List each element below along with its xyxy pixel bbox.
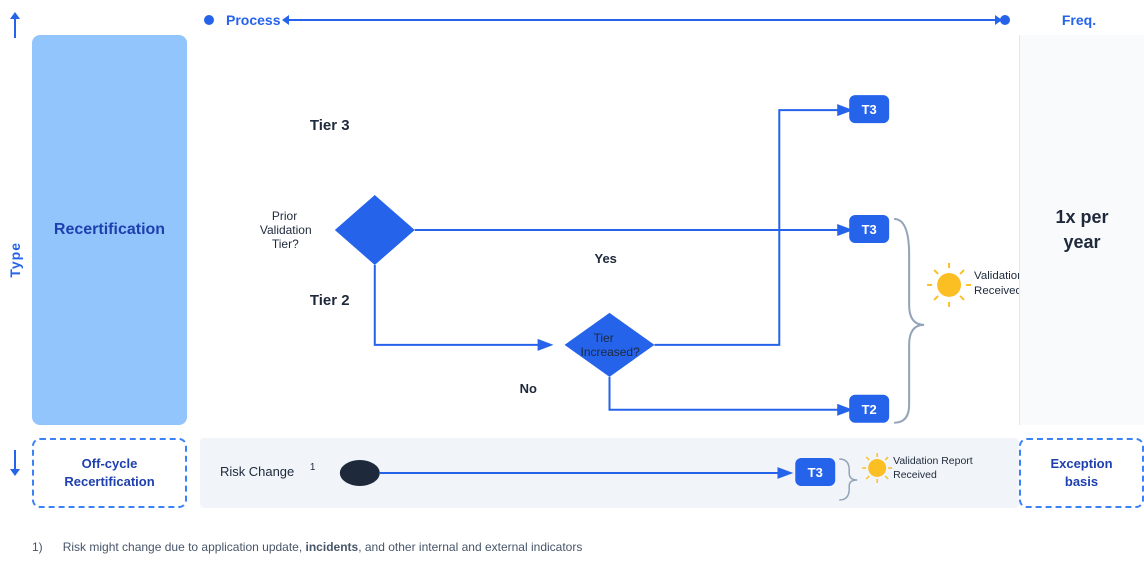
freq-label: Freq. bbox=[1062, 12, 1096, 28]
freq-value: 1x peryear bbox=[1055, 205, 1108, 255]
no-path bbox=[610, 377, 850, 410]
process-header: Process bbox=[200, 8, 1014, 32]
validation-report-icon bbox=[868, 459, 886, 477]
prior-validation-label2: Validation bbox=[260, 223, 312, 237]
freq-header: Freq. bbox=[1014, 8, 1144, 32]
footer-number: 1) bbox=[32, 540, 43, 554]
tier3-top-path bbox=[415, 110, 849, 230]
risk-change-superscript: 1 bbox=[310, 462, 316, 473]
brace-right bbox=[894, 219, 924, 423]
footer-text2: , and other internal and external indica… bbox=[358, 540, 582, 554]
tier2-bottom-path bbox=[375, 265, 550, 345]
validation-received-text2: Received bbox=[974, 285, 1019, 297]
t3-badge-top-text: T3 bbox=[862, 102, 877, 117]
footer-text: Risk might change due to application upd… bbox=[63, 540, 306, 554]
tier-increased-label2: Increased? bbox=[581, 345, 641, 359]
risk-change-label: Risk Change bbox=[220, 464, 294, 479]
main-container: Type Process Freq. Recertification 1x pe… bbox=[0, 0, 1144, 564]
freq-area: 1x peryear bbox=[1019, 35, 1144, 425]
risk-change-oval bbox=[340, 460, 380, 486]
recertification-box: Recertification bbox=[32, 35, 187, 425]
footer-note: 1) Risk might change due to application … bbox=[32, 540, 1124, 554]
process-dot-left bbox=[204, 15, 214, 25]
tier3-text: Tier 3 bbox=[310, 117, 350, 134]
no-label: No bbox=[520, 381, 537, 396]
prior-validation-diamond bbox=[335, 195, 415, 265]
t2-badge-text: T2 bbox=[862, 402, 877, 417]
process-diagram: Tier 3 Tier 2 Prior Validation Tier? T3 … bbox=[200, 35, 1019, 425]
type-arrow-bottom bbox=[14, 450, 16, 470]
validation-report-text2: Received bbox=[893, 470, 937, 481]
footer-bold: incidents bbox=[306, 540, 359, 554]
process-label: Process bbox=[218, 12, 288, 28]
tier-increased-label1: Tier bbox=[594, 331, 614, 345]
type-arrow-top bbox=[14, 18, 16, 38]
exception-label: Exceptionbasis bbox=[1050, 455, 1112, 491]
t3-badge-offcycle-text: T3 bbox=[808, 465, 823, 480]
validation-received-text1: Validation bbox=[974, 270, 1019, 282]
yes-label: Yes bbox=[595, 251, 617, 266]
prior-validation-label3: Tier? bbox=[272, 237, 299, 251]
exception-box: Exceptionbasis bbox=[1019, 438, 1144, 508]
t3-badge-mid-text: T3 bbox=[862, 222, 877, 237]
tier-increased-yes-path bbox=[654, 230, 849, 345]
type-label: Type bbox=[7, 242, 23, 278]
validation-report-text1: Validation Report bbox=[893, 456, 973, 467]
process-line bbox=[288, 19, 996, 21]
tier2-text: Tier 2 bbox=[310, 292, 350, 309]
offcycle-diagram: Risk Change 1 T3 Validation Report Recei… bbox=[200, 438, 1019, 508]
type-axis: Type bbox=[0, 0, 30, 520]
validation-received-icon bbox=[937, 273, 961, 297]
prior-validation-label1: Prior bbox=[272, 209, 297, 223]
offcycle-label: Off-cycleRecertification bbox=[64, 455, 154, 491]
recertification-label: Recertification bbox=[54, 221, 165, 239]
offcycle-box: Off-cycleRecertification bbox=[32, 438, 187, 508]
